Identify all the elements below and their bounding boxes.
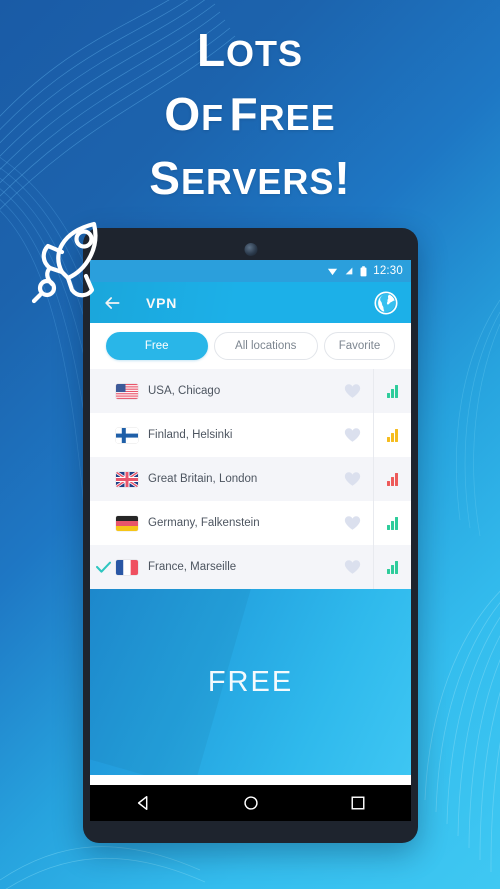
server-name: Germany, Falkenstein bbox=[148, 517, 260, 529]
server-list: USA, Chicago Finland, Helsinki Great Bri… bbox=[90, 369, 411, 589]
table-row[interactable]: USA, Chicago bbox=[90, 369, 411, 413]
filter-chip-all-locations-label: All locations bbox=[235, 340, 297, 352]
battery-icon bbox=[360, 265, 367, 276]
headline-line-2: OF FREE bbox=[164, 88, 336, 140]
plan-panel[interactable]: FREE bbox=[90, 589, 411, 775]
cellular-signal-icon bbox=[345, 267, 353, 275]
back-nav-icon[interactable] bbox=[135, 794, 153, 812]
plan-label: FREE bbox=[207, 665, 294, 698]
flag-fr-icon bbox=[116, 559, 138, 575]
server-name: France, Marseille bbox=[148, 561, 237, 573]
promo-headline: LOTS OF FREE SERVERS! bbox=[0, 24, 500, 216]
signal-strength bbox=[373, 545, 411, 589]
recents-nav-icon[interactable] bbox=[349, 794, 367, 812]
flag-de-icon bbox=[116, 515, 138, 531]
flag-us-icon bbox=[116, 383, 138, 399]
home-nav-icon[interactable] bbox=[242, 794, 260, 812]
signal-strength bbox=[373, 501, 411, 545]
heart-icon bbox=[344, 384, 360, 398]
filter-chip-favorite[interactable]: Favorite bbox=[323, 332, 396, 360]
filter-chip-favorite-label: Favorite bbox=[338, 340, 381, 352]
filter-chip-all-locations[interactable]: All locations bbox=[213, 332, 318, 360]
signal-bars-icon bbox=[387, 472, 398, 486]
table-row[interactable]: Germany, Falkenstein bbox=[90, 501, 411, 545]
android-nav-bar bbox=[90, 785, 411, 821]
app-toolbar: VPN bbox=[90, 282, 411, 323]
server-name: USA, Chicago bbox=[148, 385, 221, 397]
rocket-icon bbox=[31, 221, 98, 304]
phone-screen: 12:30 VPN Free All locations Favorite US… bbox=[90, 260, 411, 785]
wifi-icon bbox=[328, 268, 338, 275]
page-title: VPN bbox=[146, 294, 178, 311]
globe-icon[interactable] bbox=[373, 290, 399, 316]
selected-check-icon bbox=[90, 561, 116, 573]
server-name: Great Britain, London bbox=[148, 473, 258, 485]
flag-fi-icon bbox=[116, 427, 138, 443]
signal-bars-icon bbox=[387, 560, 398, 574]
status-clock: 12:30 bbox=[373, 265, 403, 277]
heart-icon bbox=[344, 428, 360, 442]
filter-chip-group: Free All locations Favorite bbox=[90, 323, 411, 369]
heart-icon bbox=[344, 516, 360, 530]
table-row[interactable]: Finland, Helsinki bbox=[90, 413, 411, 457]
favorite-toggle[interactable] bbox=[331, 515, 373, 531]
flag-gb-icon bbox=[116, 471, 138, 487]
signal-strength bbox=[373, 413, 411, 457]
signal-bars-icon bbox=[387, 516, 398, 530]
server-name: Finland, Helsinki bbox=[148, 429, 233, 441]
signal-strength bbox=[373, 457, 411, 501]
favorite-toggle[interactable] bbox=[331, 383, 373, 399]
signal-bars-icon bbox=[387, 428, 398, 442]
phone-mockup: 12:30 VPN Free All locations Favorite US… bbox=[83, 228, 418, 843]
favorite-toggle[interactable] bbox=[331, 427, 373, 443]
table-row[interactable]: Great Britain, London bbox=[90, 457, 411, 501]
favorite-toggle[interactable] bbox=[331, 471, 373, 487]
signal-bars-icon bbox=[387, 384, 398, 398]
filter-chip-free[interactable]: Free bbox=[105, 332, 208, 360]
filter-chip-free-label: Free bbox=[144, 340, 169, 352]
table-row[interactable]: France, Marseille bbox=[90, 545, 411, 589]
signal-strength bbox=[373, 369, 411, 413]
headline-line-1: LOTS bbox=[196, 24, 304, 76]
headline-line-3: SERVERS! bbox=[149, 152, 351, 204]
front-camera bbox=[244, 243, 257, 256]
status-bar: 12:30 bbox=[90, 260, 411, 282]
heart-icon bbox=[344, 560, 360, 574]
favorite-toggle[interactable] bbox=[331, 559, 373, 575]
heart-icon bbox=[344, 472, 360, 486]
